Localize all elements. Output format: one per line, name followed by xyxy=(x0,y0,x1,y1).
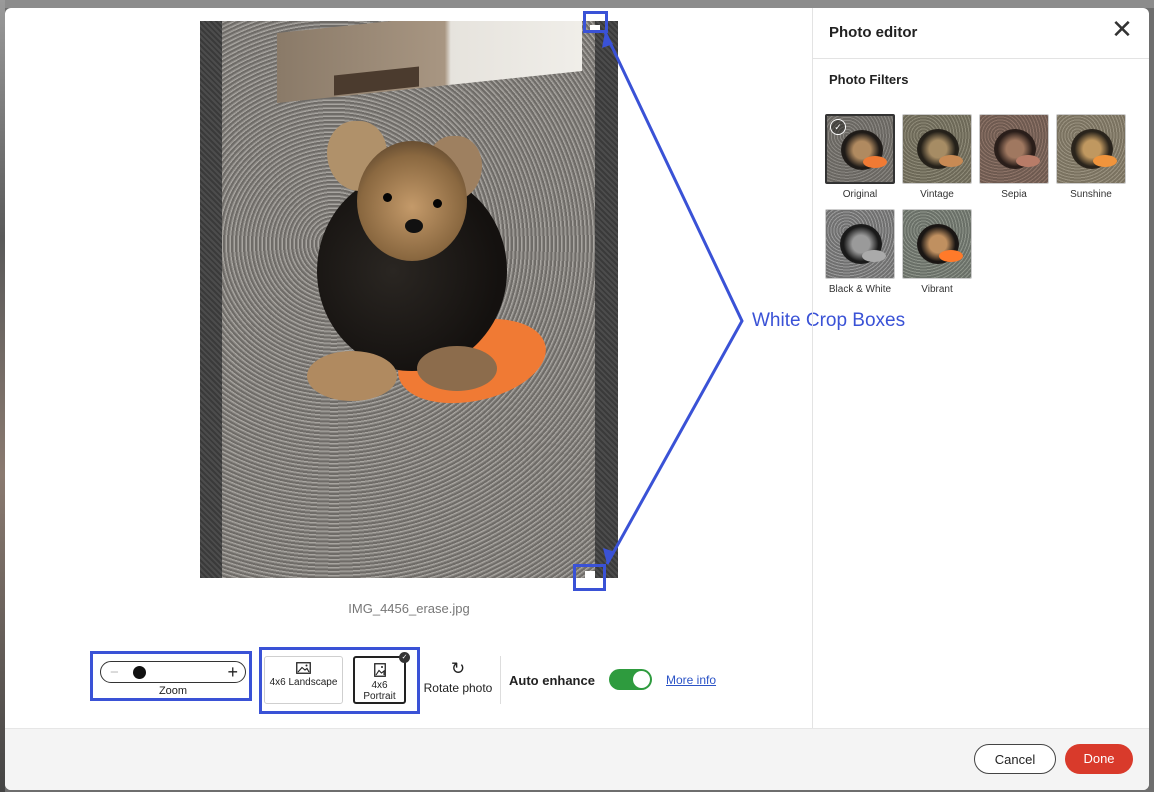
landscape-photo-icon xyxy=(296,662,311,674)
filter-sunshine[interactable]: Sunshine xyxy=(1056,114,1126,200)
filter-black-white[interactable]: Black & White xyxy=(825,209,895,295)
filter-label: Vintage xyxy=(920,189,954,200)
zoom-control: − + Zoom xyxy=(100,661,250,697)
filter-sepia[interactable]: Sepia xyxy=(979,114,1049,200)
close-icon[interactable]: ✕ xyxy=(1109,16,1135,42)
photo-preview xyxy=(222,21,595,578)
rotate-icon: ↻ xyxy=(450,659,466,678)
rotate-photo-button[interactable]: ↻ Rotate photo xyxy=(421,659,495,696)
zoom-label: Zoom xyxy=(158,685,188,697)
filter-label: Original xyxy=(842,189,878,200)
page-backdrop xyxy=(0,0,1154,8)
zoom-out-button[interactable]: − xyxy=(110,664,119,681)
selected-check-icon: ✓ xyxy=(399,652,410,663)
photo-crop-canvas[interactable] xyxy=(200,21,618,579)
modal-footer: Cancel Done xyxy=(5,728,1149,790)
photo-dog xyxy=(287,121,517,411)
filter-label: Sepia xyxy=(1001,189,1027,200)
filter-label: Vibrant xyxy=(921,284,953,295)
auto-enhance-label: Auto enhance xyxy=(509,673,595,688)
photo-couch xyxy=(277,21,582,104)
portrait-photo-icon xyxy=(373,663,386,677)
filter-vibrant[interactable]: Vibrant xyxy=(902,209,972,295)
cancel-button[interactable]: Cancel xyxy=(974,744,1056,774)
filter-vintage[interactable]: Vintage xyxy=(902,114,972,200)
zoom-slider[interactable]: − + xyxy=(100,661,246,683)
zoom-in-button[interactable]: + xyxy=(227,662,238,683)
crop-handle-top-right[interactable] xyxy=(590,25,600,33)
filter-selected-check-icon: ✓ xyxy=(830,119,846,135)
filter-label: Sunshine xyxy=(1070,189,1112,200)
more-info-link[interactable]: More info xyxy=(666,673,716,687)
done-button[interactable]: Done xyxy=(1065,744,1133,774)
crop-mask-right xyxy=(595,21,618,578)
landscape-label: 4x6 Landscape xyxy=(269,677,338,688)
auto-enhance-toggle[interactable] xyxy=(609,669,652,690)
filter-original[interactable]: ✓ Original xyxy=(825,114,895,200)
crop-handle-bottom-right[interactable] xyxy=(585,571,595,579)
zoom-slider-knob[interactable] xyxy=(133,666,146,679)
crop-mask-left xyxy=(200,21,222,578)
filter-label: Black & White xyxy=(828,284,892,295)
portrait-label: 4x6 Portrait xyxy=(363,680,396,702)
rotate-label: Rotate photo xyxy=(423,681,493,695)
photo-filename: IMG_4456_erase.jpg xyxy=(348,601,470,616)
toolbar-divider xyxy=(500,656,501,704)
photo-editor-modal: IMG_4456_erase.jpg White Crop Boxes − + … xyxy=(5,8,1149,790)
photo-editor-panel: Photo editor ✕ Photo Filters ✓ Original … xyxy=(812,8,1149,728)
panel-divider xyxy=(813,58,1149,59)
portrait-orientation-button[interactable]: ✓ 4x6 Portrait xyxy=(353,652,410,704)
toggle-knob xyxy=(633,671,650,688)
panel-title: Photo editor xyxy=(829,24,918,41)
filters-title: Photo Filters xyxy=(829,72,909,87)
landscape-orientation-button[interactable]: 4x6 Landscape xyxy=(264,656,343,704)
